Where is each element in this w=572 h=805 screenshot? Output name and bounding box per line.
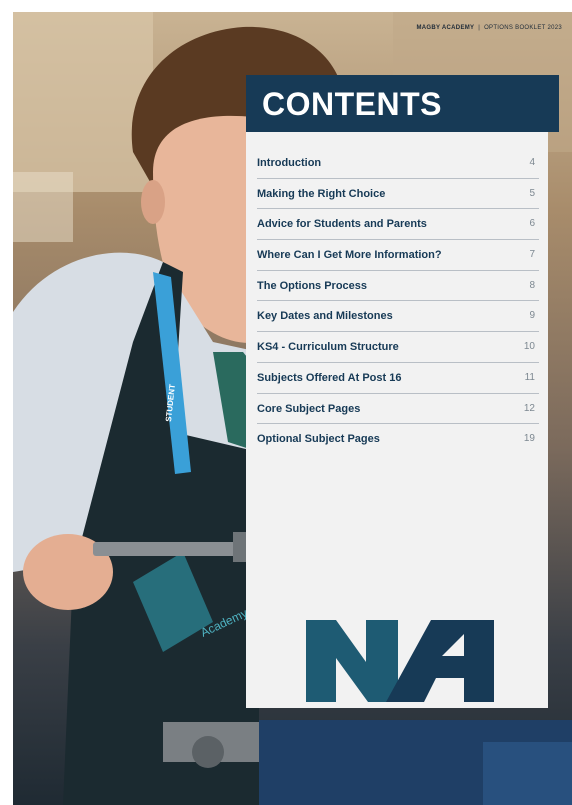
toc-row[interactable]: Making the Right Choice 5 [257, 179, 539, 210]
toc-page-number: 8 [529, 279, 535, 291]
toc-page-number: 11 [524, 371, 535, 383]
toc-page-number: 19 [523, 433, 535, 445]
toc-row[interactable]: KS4 - Curriculum Structure 10 [257, 332, 539, 363]
table-of-contents: Introduction 4 Making the Right Choice 5 A… [257, 148, 539, 454]
toc-row[interactable]: Optional Subject Pages 19 [257, 424, 539, 454]
page-title: CONTENTS [262, 86, 442, 122]
toc-row[interactable]: Subjects Offered At Post 16 11 [257, 363, 539, 394]
booklet-name: OPTIONS BOOKLET 2023 [484, 25, 562, 31]
toc-label: Optional Subject Pages [257, 433, 380, 446]
toc-row[interactable]: Key Dates and Milestones 9 [257, 301, 539, 333]
toc-page-number: 9 [529, 310, 535, 322]
toc-label: The Options Process [257, 279, 368, 292]
toc-page-number: 10 [523, 341, 535, 353]
toc-label: Key Dates and Milestones [257, 310, 393, 323]
MA-logo-icon [306, 620, 494, 702]
toc-page-number: 7 [529, 249, 535, 261]
toc-label: Core Subject Pages [257, 402, 361, 415]
toc-page-number: 12 [523, 402, 535, 414]
toc-label: Introduction [257, 157, 322, 169]
toc-label: Where Can I Get More Information? [257, 249, 442, 262]
toc-row[interactable]: Core Subject Pages 12 [257, 394, 539, 425]
booklet-header: MAGBY ACADEMY | OPTIONS BOOKLET 2023 [416, 25, 562, 31]
toc-page-number: 4 [529, 157, 535, 168]
school-name: MAGBY ACADEMY [416, 25, 475, 31]
toc-row[interactable]: Where Can I Get More Information? 7 [257, 240, 539, 271]
toc-page-number: 6 [529, 218, 535, 230]
toc-label: KS4 - Curriculum Structure [257, 341, 399, 354]
toc-page-number: 5 [529, 187, 535, 199]
toc-row[interactable]: The Options Process 8 [257, 271, 539, 302]
toc-label: Subjects Offered At Post 16 [257, 371, 402, 384]
toc-row[interactable]: Introduction 4 [257, 148, 539, 179]
toc-label: Making the Right Choice [257, 187, 386, 200]
title-bar: CONTENTS [246, 75, 559, 132]
toc-label: Advice for Students and Parents [257, 218, 427, 231]
toc-row[interactable]: Advice for Students and Parents 6 [257, 209, 539, 241]
